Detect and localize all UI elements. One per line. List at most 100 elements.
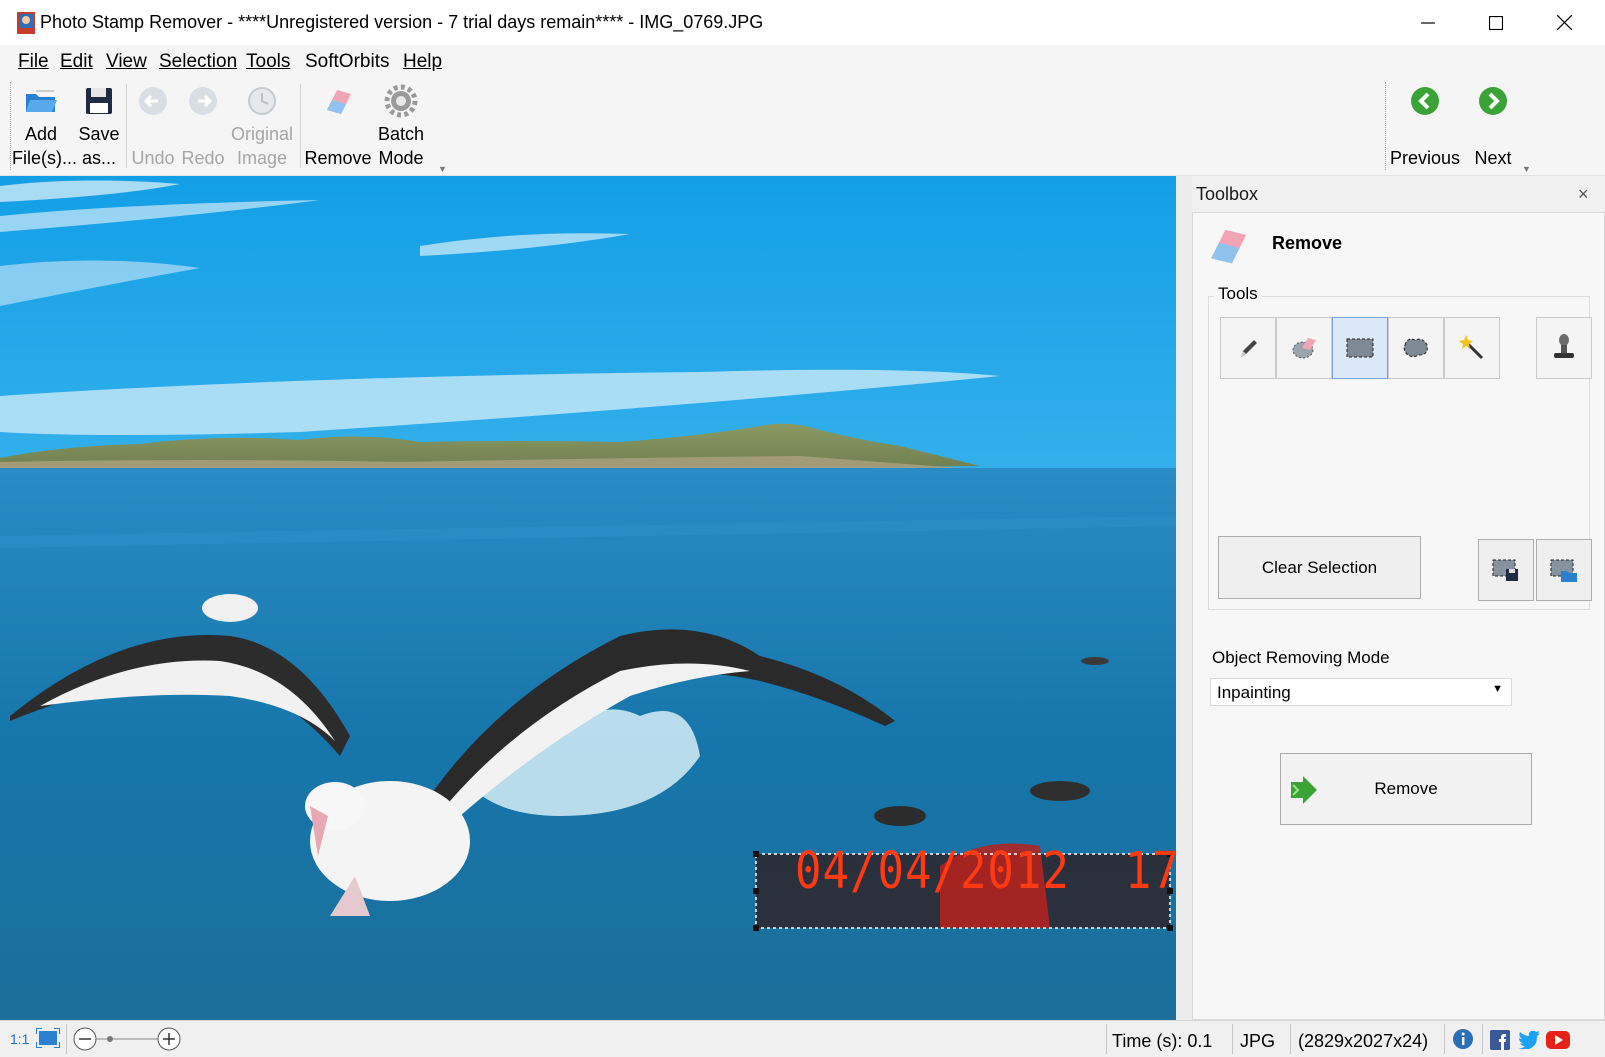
batch-mode-label-2: Mode bbox=[378, 148, 424, 168]
twitter-button[interactable] bbox=[1518, 1030, 1540, 1054]
clone-stamp-tool-button[interactable] bbox=[1536, 317, 1592, 379]
minimize-button[interactable] bbox=[1394, 0, 1462, 45]
zoom-slider[interactable] bbox=[72, 1026, 182, 1052]
remove-toolbar-button[interactable]: Remove bbox=[303, 84, 373, 170]
eraser-icon bbox=[1206, 222, 1250, 266]
floppy-disk-icon bbox=[86, 88, 112, 114]
mode-select-value: Inpainting bbox=[1217, 683, 1291, 702]
save-as-button[interactable]: Save as... bbox=[76, 84, 122, 170]
maximize-button[interactable] bbox=[1462, 0, 1530, 45]
menu-view-label: View bbox=[106, 51, 147, 72]
eraser-selection-icon bbox=[1292, 338, 1316, 359]
toolbar-grip bbox=[1385, 82, 1388, 170]
lasso-tool-button[interactable] bbox=[1388, 317, 1444, 379]
section-title-remove: Remove bbox=[1272, 233, 1343, 253]
load-selection-icon bbox=[1550, 559, 1577, 582]
remove-button-label: Remove bbox=[1374, 779, 1438, 798]
gear-icon bbox=[384, 84, 418, 118]
tools-group-label: Tools bbox=[1214, 284, 1262, 304]
menu-selection-label: Selection bbox=[159, 51, 238, 72]
toolbar-separator bbox=[300, 84, 301, 168]
stamp-icon bbox=[1554, 334, 1574, 358]
mode-select[interactable]: Inpainting ▼ bbox=[1210, 678, 1512, 706]
menu-softorbits[interactable]: SoftOrbits bbox=[305, 51, 389, 73]
pencil-tool-button[interactable] bbox=[1220, 317, 1276, 379]
toolbar-separator bbox=[126, 84, 127, 168]
status-separator bbox=[1106, 1024, 1107, 1054]
mode-label: Object Removing Mode bbox=[1212, 648, 1390, 667]
menu-bar bbox=[0, 45, 1605, 79]
original-image-label-1: Original bbox=[230, 124, 294, 144]
zoom-thumb bbox=[107, 1036, 113, 1042]
open-folder-icon bbox=[26, 90, 57, 112]
date-stamp-text: 04/04/2012 17:37 bbox=[795, 842, 1176, 901]
redo-button[interactable]: Redo bbox=[178, 84, 228, 170]
time-status: Time (s): 0.1 bbox=[1112, 1031, 1213, 1051]
panel-splitter[interactable] bbox=[1176, 176, 1192, 1020]
close-button[interactable] bbox=[1530, 0, 1598, 45]
undo-icon bbox=[139, 87, 167, 115]
redo-label: Redo bbox=[181, 148, 225, 168]
menu-edit[interactable]: Edit bbox=[60, 51, 93, 73]
youtube-button[interactable] bbox=[1546, 1031, 1570, 1054]
remove-toolbar-label: Remove bbox=[304, 148, 372, 168]
batch-mode-button[interactable]: Batch Mode bbox=[373, 84, 429, 170]
menu-view[interactable]: View bbox=[106, 51, 147, 73]
clear-selection-label: Clear Selection bbox=[1261, 557, 1378, 577]
menu-help[interactable]: Help bbox=[403, 51, 442, 73]
remove-button[interactable]: Remove bbox=[1280, 753, 1532, 825]
twitter-icon bbox=[1518, 1030, 1540, 1050]
eraser-tool-button[interactable] bbox=[1276, 317, 1332, 379]
window-title: Photo Stamp Remover - ****Unregistered v… bbox=[40, 12, 764, 32]
fit-window-button[interactable] bbox=[35, 1027, 61, 1049]
toolbar-overflow-icon[interactable]: ▼ bbox=[1522, 164, 1531, 174]
format-status: JPG bbox=[1240, 1031, 1276, 1051]
menu-tools-label: Tools bbox=[246, 51, 291, 72]
menu-file[interactable]: File bbox=[18, 51, 49, 73]
arrow-right-icon bbox=[1479, 87, 1507, 115]
menu-edit-label: Edit bbox=[60, 51, 93, 72]
next-label: Next bbox=[1474, 148, 1512, 168]
menu-help-label: Help bbox=[403, 51, 443, 72]
menu-selection[interactable]: Selection bbox=[159, 51, 237, 73]
toolbox-title: Toolbox bbox=[1196, 184, 1259, 204]
undo-button[interactable]: Undo bbox=[128, 84, 178, 170]
add-files-label-2: File(s)... bbox=[12, 148, 77, 168]
close-icon bbox=[1556, 15, 1572, 30]
load-selection-button[interactable] bbox=[1536, 539, 1592, 601]
maximize-icon bbox=[1489, 15, 1503, 30]
menu-tools[interactable]: Tools bbox=[246, 51, 290, 73]
minimize-icon bbox=[1421, 21, 1435, 24]
original-image-button[interactable]: Original Image bbox=[228, 84, 296, 170]
save-as-label-1: Save bbox=[78, 124, 120, 144]
info-icon bbox=[1453, 1029, 1473, 1049]
previous-button[interactable]: Previous bbox=[1389, 84, 1461, 170]
add-files-label-1: Add bbox=[24, 124, 58, 144]
youtube-icon bbox=[1546, 1031, 1570, 1049]
menu-file-label: File bbox=[18, 51, 49, 72]
menu-softorbits-label: SoftOrbits bbox=[305, 51, 390, 72]
facebook-button[interactable] bbox=[1490, 1030, 1510, 1055]
arrow-left-icon bbox=[1411, 87, 1439, 115]
clock-history-icon bbox=[248, 87, 276, 115]
facebook-icon bbox=[1490, 1030, 1510, 1050]
save-as-label-2: as... bbox=[81, 148, 116, 168]
rectangle-select-tool-button[interactable] bbox=[1332, 317, 1388, 379]
status-separator bbox=[66, 1024, 67, 1054]
add-files-button[interactable]: Add File(s)... bbox=[12, 84, 77, 170]
zoom-1to1-button[interactable]: 1:1 bbox=[10, 1031, 29, 1047]
info-button[interactable] bbox=[1452, 1028, 1474, 1055]
magic-wand-tool-button[interactable] bbox=[1444, 317, 1500, 379]
image-canvas[interactable]: 04/04/2012 17:37 bbox=[0, 176, 1176, 1020]
chevron-down-icon: ▼ bbox=[1492, 683, 1503, 695]
status-separator bbox=[1232, 1024, 1233, 1054]
status-separator bbox=[1444, 1024, 1445, 1054]
save-selection-button[interactable] bbox=[1478, 539, 1534, 601]
clear-selection-button[interactable]: Clear Selection bbox=[1218, 536, 1421, 599]
lasso-icon bbox=[1403, 338, 1428, 358]
next-button[interactable]: Next bbox=[1466, 84, 1520, 170]
dimensions-status: (2829x2027x24) bbox=[1298, 1031, 1429, 1051]
toolbox-close-button[interactable]: × bbox=[1578, 184, 1589, 205]
magic-wand-icon bbox=[1459, 335, 1484, 360]
toolbar-overflow-icon[interactable]: ▼ bbox=[438, 164, 447, 174]
